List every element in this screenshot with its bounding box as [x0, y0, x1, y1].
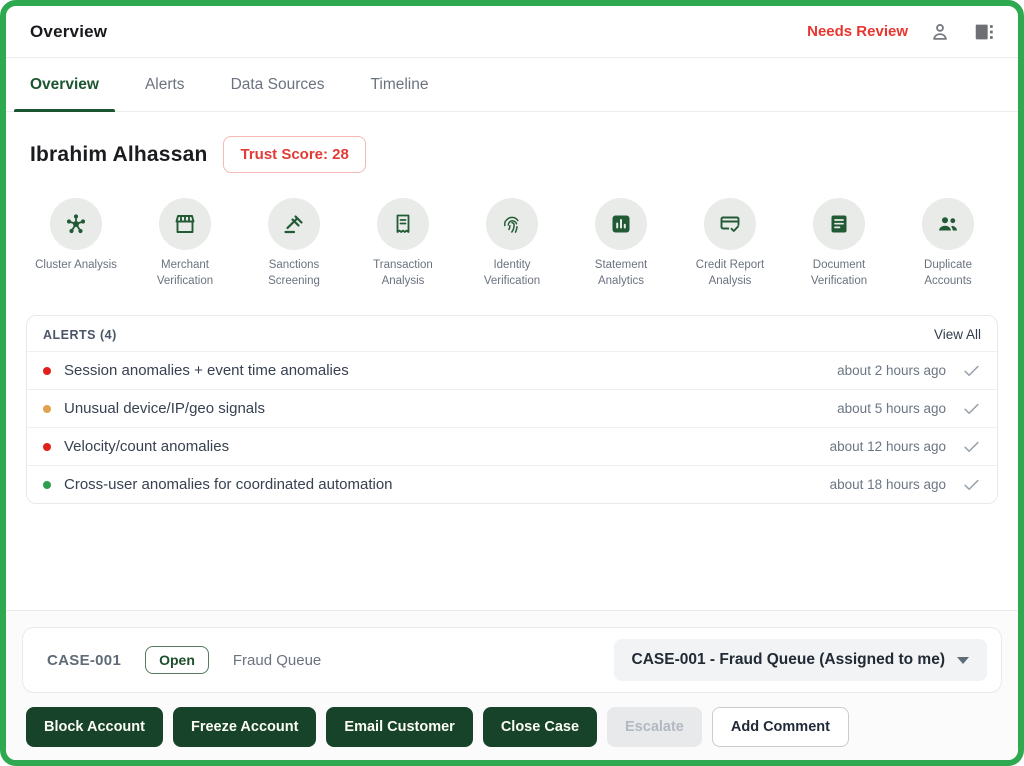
acknowledge-check-icon[interactable]: [962, 475, 981, 494]
add-comment-button[interactable]: Add Comment: [711, 707, 849, 747]
alerts-title: ALERTS (4): [43, 327, 117, 342]
layout-panel-icon[interactable]: [972, 20, 996, 44]
tab-bar: Overview Alerts Data Sources Timeline: [6, 58, 1018, 112]
email-customer-button[interactable]: Email Customer: [326, 707, 473, 747]
service-label: Statement Analytics: [594, 259, 648, 287]
credit-card-check-icon: [704, 198, 756, 250]
tab-data-sources[interactable]: Data Sources: [215, 58, 341, 111]
service-label: Sanctions Screening: [268, 259, 320, 287]
alert-text: Velocity/count anomalies: [64, 438, 230, 456]
case-selector-dropdown[interactable]: CASE-001 - Fraud Queue (Assigned to me): [613, 639, 987, 681]
escalate-button: Escalate: [607, 707, 702, 747]
service-label: Cluster Analysis: [35, 259, 117, 271]
customer-header: Ibrahim Alhassan Trust Score: 28: [30, 136, 994, 173]
window-header: Overview Needs Review: [6, 6, 1018, 58]
case-queue-label: Fraud Queue: [232, 651, 322, 669]
alert-timestamp: about 18 hours ago: [829, 477, 946, 493]
service-identity-verification[interactable]: Identity Verification: [464, 198, 560, 289]
acknowledge-check-icon[interactable]: [962, 437, 981, 456]
acknowledge-check-icon[interactable]: [962, 399, 981, 418]
chevron-down-icon: [957, 656, 969, 664]
alert-row[interactable]: Cross-user anomalies for coordinated aut…: [27, 465, 997, 503]
alert-text: Cross-user anomalies for coordinated aut…: [64, 476, 393, 494]
acknowledge-check-icon[interactable]: [962, 361, 981, 380]
alert-row[interactable]: Unusual device/IP/geo signals about 5 ho…: [27, 389, 997, 427]
page-title: Overview: [30, 21, 108, 41]
tab-overview[interactable]: Overview: [14, 58, 115, 112]
service-label: Identity Verification: [483, 259, 541, 287]
severity-dot: [43, 366, 51, 375]
user-icon[interactable]: [928, 20, 952, 44]
trust-score-badge: Trust Score: 28: [223, 136, 366, 173]
tab-alerts[interactable]: Alerts: [129, 58, 201, 111]
severity-dot: [43, 404, 51, 413]
service-sanctions-screening[interactable]: Sanctions Screening: [246, 198, 342, 289]
case-id: CASE-001: [47, 651, 122, 669]
case-overview-window: Overview Needs Review Overview Alerts Da…: [0, 0, 1024, 766]
alert-text: Session anomalies + event time anomalies: [64, 362, 349, 380]
close-case-button[interactable]: Close Case: [482, 707, 598, 747]
alert-timestamp: about 5 hours ago: [837, 401, 946, 417]
service-duplicate-accounts[interactable]: Duplicate Accounts: [900, 198, 996, 289]
service-cluster-analysis[interactable]: Cluster Analysis: [28, 198, 124, 289]
storefront-icon: [159, 198, 211, 250]
case-status-badge: Open: [145, 646, 209, 674]
document-icon: [813, 198, 865, 250]
needs-review-status: Needs Review: [807, 23, 908, 40]
service-label: Duplicate Accounts: [924, 259, 972, 287]
view-all-link[interactable]: View All: [934, 327, 981, 342]
fingerprint-icon: [486, 198, 538, 250]
service-label: Merchant Verification: [156, 259, 214, 287]
alert-timestamp: about 12 hours ago: [829, 439, 946, 455]
case-actions: Block Account Freeze Account Email Custo…: [26, 707, 1002, 747]
service-merchant-verification[interactable]: Merchant Verification: [137, 198, 233, 289]
people-icon: [922, 198, 974, 250]
service-label: Document Verification: [810, 259, 868, 287]
alert-row[interactable]: Velocity/count anomalies about 12 hours …: [27, 427, 997, 465]
severity-dot: [43, 480, 51, 489]
receipt-icon: [377, 198, 429, 250]
tab-timeline[interactable]: Timeline: [354, 58, 444, 111]
service-credit-report-analysis[interactable]: Credit Report Analysis: [682, 198, 778, 289]
freeze-account-button[interactable]: Freeze Account: [172, 707, 317, 747]
service-statement-analytics[interactable]: Statement Analytics: [573, 198, 669, 289]
service-label: Credit Report Analysis: [695, 259, 765, 287]
alert-timestamp: about 2 hours ago: [837, 363, 946, 379]
severity-dot: [43, 442, 51, 451]
alerts-panel: ALERTS (4) View All Session anomalies + …: [26, 315, 998, 505]
service-transaction-analysis[interactable]: Transaction Analysis: [355, 198, 451, 289]
bar-chart-icon: [595, 198, 647, 250]
customer-name: Ibrahim Alhassan: [30, 142, 208, 166]
case-bar: CASE-001 Open Fraud Queue CASE-001 - Fra…: [22, 627, 1002, 693]
analysis-services-row: Cluster Analysis Merchant Verification S…: [28, 198, 996, 289]
service-document-verification[interactable]: Document Verification: [791, 198, 887, 289]
alert-row[interactable]: Session anomalies + event time anomalies…: [27, 351, 997, 389]
gavel-icon: [268, 198, 320, 250]
case-selector-value: CASE-001 - Fraud Queue (Assigned to me): [631, 651, 946, 668]
case-footer: CASE-001 Open Fraud Queue CASE-001 - Fra…: [6, 610, 1018, 760]
alert-text: Unusual device/IP/geo signals: [64, 400, 265, 418]
service-label: Transaction Analysis: [373, 259, 433, 287]
cluster-icon: [50, 198, 102, 250]
block-account-button[interactable]: Block Account: [26, 707, 163, 747]
